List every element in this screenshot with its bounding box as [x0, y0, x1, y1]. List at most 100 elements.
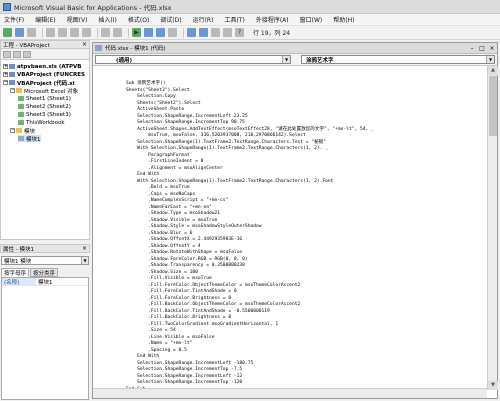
code-line: ActiveSheet.Paste — [126, 107, 185, 112]
cut-icon[interactable] — [46, 28, 55, 37]
project-tree-label: 模块1 — [26, 136, 41, 143]
properties-window-icon[interactable] — [199, 28, 208, 37]
code-line: Selection.ShapeRange.IncrementTop 90.75 — [126, 120, 245, 125]
project-explorer-icon[interactable] — [187, 28, 196, 37]
object-selector-value: 模块1 模块 — [4, 258, 32, 265]
collapse-icon[interactable]: − — [3, 80, 8, 85]
menu-item[interactable]: 运行(R) — [193, 15, 214, 24]
menu-item[interactable]: 格式(O) — [128, 15, 149, 24]
close-icon[interactable]: × — [487, 45, 497, 52]
code-line: .Fill.ForeColor.Brightness = 0 — [126, 295, 232, 301]
code-line: End With — [126, 172, 160, 177]
close-icon[interactable]: × — [82, 41, 89, 48]
code-line: .FirstLineIndent = 0 — [126, 159, 204, 164]
reset-icon[interactable] — [156, 28, 165, 37]
code-line: .Shadow.RotateWithShape = msoFalse — [126, 250, 243, 255]
proj-icon — [9, 72, 15, 77]
property-row[interactable]: (名称) 模块1 — [2, 278, 88, 286]
scroll-up-icon[interactable]: ▲ — [488, 66, 498, 75]
window-buttons: – □ × — [467, 45, 497, 52]
project-tree-item[interactable]: Sheet3 (Sheet3) — [18, 111, 71, 118]
close-icon[interactable]: × — [82, 245, 89, 252]
scroll-down-icon[interactable]: ▼ — [488, 381, 498, 390]
project-tree-item[interactable]: Sheet1 (Sheet1) — [18, 95, 71, 102]
run-icon[interactable]: ▶ — [132, 28, 141, 37]
code-line: .Name = "+mn-lt" — [126, 341, 193, 346]
menu-item[interactable]: 帮助(H) — [333, 15, 354, 24]
project-tree-item[interactable]: Sheet2 (Sheet2) — [18, 103, 71, 110]
project-tree-label: Sheet1 (Sheet1) — [26, 95, 71, 102]
menu-item[interactable]: 工具(T) — [224, 15, 244, 24]
menu-item[interactable]: 外接程序(A) — [256, 15, 289, 24]
menu-item[interactable]: 文件(F) — [4, 15, 24, 24]
menu-item[interactable]: 编辑(E) — [35, 15, 55, 24]
object-combo-value: (通用) — [116, 57, 133, 64]
code-line: .Shadow.Blur = 6 — [126, 230, 193, 236]
project-tree-label: Sheet2 (Sheet2) — [26, 103, 71, 110]
tab-alphabetic[interactable]: 按字母序 — [1, 268, 30, 277]
project-tree-item[interactable]: − Microsoft Excel 对象 — [10, 87, 78, 95]
find-icon[interactable] — [82, 28, 91, 37]
copy-icon[interactable] — [58, 28, 67, 37]
code-window-titlebar: 代码.xlsx - 模块1 (代码) – □ × — [93, 43, 497, 54]
code-line: Sub 涂鸦艺术字() — [126, 81, 166, 86]
code-line: .Shadow.Style = msoShadowStyleOuterShado… — [126, 224, 262, 229]
project-tree-label: VBAProject (FUNCRES — [17, 71, 85, 78]
break-icon[interactable] — [144, 28, 153, 37]
menu-item[interactable]: 窗口(W) — [300, 15, 323, 24]
view-excel-icon[interactable] — [3, 28, 12, 37]
save-icon[interactable] — [27, 28, 36, 37]
menu-item[interactable]: 调试(D) — [160, 15, 181, 24]
help-icon[interactable]: ? — [235, 28, 244, 37]
project-tree-item[interactable]: − VBAProject (代码.xl — [3, 79, 75, 87]
minimize-icon[interactable]: – — [467, 45, 477, 52]
scroll-thumb[interactable] — [489, 76, 497, 136]
standard-toolbar: ▶ ? 行 19，列 24 — [0, 26, 500, 40]
chevron-down-icon[interactable]: ▼ — [282, 56, 290, 63]
code-line: .NameFarEast = "+mn-ea" — [126, 204, 212, 210]
design-mode-icon[interactable] — [168, 28, 177, 37]
code-line: .Shadow.Transparency = 0.3500000238 — [126, 263, 245, 268]
chevron-down-icon[interactable]: ▼ — [486, 56, 494, 63]
paste-icon[interactable] — [70, 28, 79, 37]
chevron-down-icon[interactable]: ▼ — [81, 257, 88, 264]
toolbar-separator — [183, 27, 184, 38]
code-line: .Line.Visible = msoFalse — [126, 334, 215, 340]
property-value[interactable]: 模块1 — [36, 278, 88, 286]
properties-pane-title-text: 属性 - 模块1 — [3, 246, 34, 253]
code-line: Sheets("Sheet2").Select — [126, 100, 201, 106]
object-selector[interactable]: 模块1 模块 ▼ — [1, 256, 89, 265]
collapse-icon[interactable]: − — [10, 88, 15, 93]
project-tree-item[interactable]: + VBAProject (FUNCRES — [3, 71, 85, 78]
expand-icon[interactable]: + — [3, 72, 8, 77]
object-combo[interactable]: (通用) ▼ — [95, 55, 291, 64]
project-tree-item[interactable]: + atpvbaen.xls (ATPVB — [3, 63, 81, 70]
maximize-icon[interactable]: □ — [477, 45, 487, 52]
property-key: (名称) — [2, 278, 36, 286]
project-tree-label: VBAProject (代码.xl — [17, 80, 75, 87]
view-code-icon[interactable] — [3, 50, 11, 58]
project-tree-item[interactable]: 模块1 — [18, 135, 41, 143]
menu-item[interactable]: 插入(I) — [98, 15, 116, 24]
tab-categorized[interactable]: 按分类序 — [30, 268, 59, 277]
undo-icon[interactable] — [101, 28, 110, 37]
redo-icon[interactable] — [113, 28, 122, 37]
toolbox-icon[interactable] — [223, 28, 232, 37]
code-editor[interactable]: Sub 涂鸦艺术字() Sheets("Sheet3").Select Selec… — [93, 66, 487, 388]
insert-module-icon[interactable] — [15, 28, 24, 37]
proj-icon — [9, 64, 15, 69]
menu-item[interactable]: 视图(V) — [67, 15, 88, 24]
project-tree-item[interactable]: − 模块 — [10, 127, 35, 135]
horizontal-scrollbar[interactable] — [93, 388, 487, 398]
expand-icon[interactable]: + — [3, 64, 8, 69]
collapse-icon[interactable]: − — [10, 128, 15, 133]
toggle-folders-icon[interactable] — [23, 50, 31, 58]
menu-bar: 文件(F) 编辑(E) 视图(V) 插入(I) 格式(O) 调试(D) 运行(R) 工具(T)… — [0, 14, 500, 26]
code-line: Selection.ShapeRange.IncrementTop -7.5 — [126, 367, 243, 372]
object-browser-icon[interactable] — [211, 28, 220, 37]
project-tree-item[interactable]: ThisWorkbook — [18, 119, 65, 126]
vertical-scrollbar[interactable]: ▲ ▼ — [487, 66, 498, 390]
procedure-combo[interactable]: 涂鸦艺术字 ▼ — [301, 55, 495, 64]
view-object-icon[interactable] — [13, 50, 21, 58]
cursor-position: 行 19，列 24 — [253, 30, 291, 37]
